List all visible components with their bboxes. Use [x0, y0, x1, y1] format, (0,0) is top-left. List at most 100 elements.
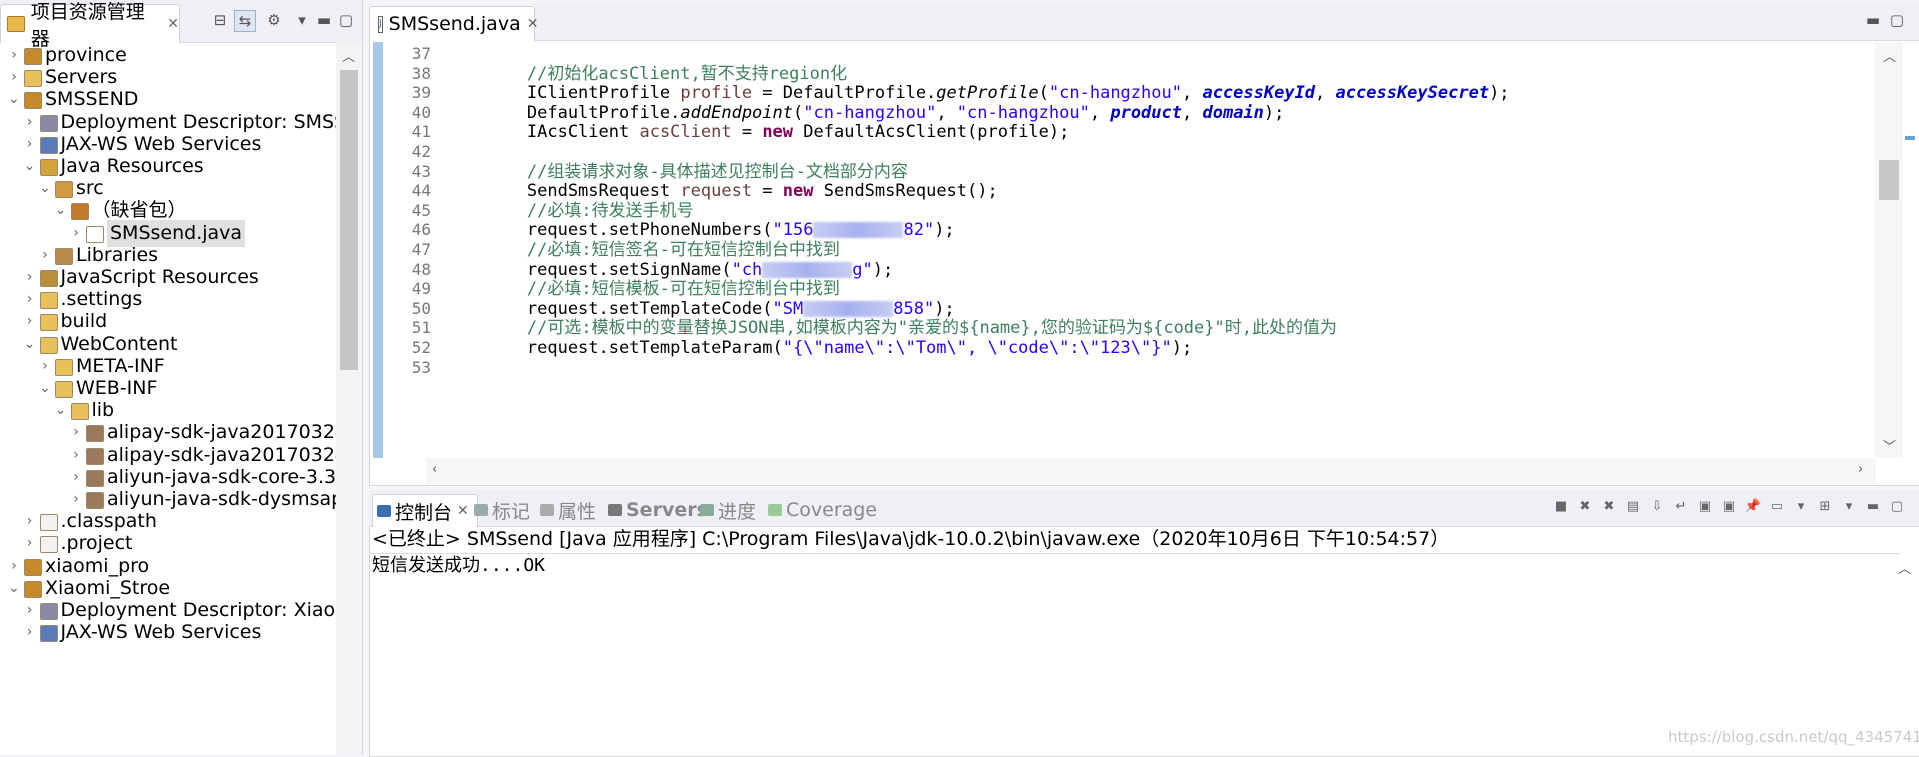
maximize-icon[interactable]: ▢: [1887, 10, 1907, 30]
dropdown-icon[interactable]: ▾: [1792, 498, 1810, 516]
editor-tab-smssend[interactable]: J SMSsend.java ✕: [369, 6, 538, 41]
folder-icon: [24, 70, 42, 88]
project-icon: [24, 48, 42, 65]
display-console-icon[interactable]: ▭: [1768, 498, 1786, 516]
code-token: DefaultAcsClient(profile);: [793, 122, 1070, 143]
maximize-icon[interactable]: ▢: [336, 10, 356, 30]
code-area[interactable]: //初始化acsClient,暂不支持region化 IClientProfil…: [445, 42, 1875, 458]
console-tab-properties[interactable]: 属性: [536, 494, 596, 526]
code-line[interactable]: IAcsClient acsClient = new DefaultAcsCli…: [445, 120, 1070, 144]
project-icon: [24, 558, 42, 576]
folder-icon: [55, 358, 73, 376]
terminate-icon[interactable]: ■: [1552, 498, 1570, 516]
code-token: accessKeySecret: [1335, 83, 1490, 104]
code-token: new: [782, 181, 814, 202]
code-token: =: [752, 181, 783, 202]
webservice-icon: [39, 136, 58, 154]
folder-icon: [70, 403, 89, 421]
console-tab-label: 控制台: [395, 501, 453, 524]
code-token: );: [1489, 83, 1510, 104]
filter-icon[interactable]: ⚙: [264, 10, 284, 30]
xml-file-icon: [39, 536, 58, 554]
scroll-up-icon[interactable]: ︿: [342, 46, 355, 65]
jar-icon: [86, 469, 104, 487]
console-tab-markers[interactable]: 标记: [470, 494, 530, 526]
new-console-icon[interactable]: ⊞: [1816, 498, 1834, 516]
pin-console-icon[interactable]: 📌: [1744, 498, 1762, 516]
code-token: IAcsClient: [445, 122, 640, 143]
progress-icon: [700, 504, 714, 516]
minimize-icon[interactable]: ▬: [1863, 10, 1883, 30]
console-tab-progress[interactable]: 进度: [696, 494, 756, 526]
editor-vertical-scrollbar[interactable]: ︿ ﹀: [1875, 42, 1903, 458]
console-tab-coverage[interactable]: Coverage: [764, 494, 877, 526]
collapse-all-icon[interactable]: ⊟: [210, 10, 230, 30]
editor-tabbar: ▬ ▢: [369, 4, 1919, 41]
code-token: ,: [1182, 102, 1203, 123]
scroll-down-icon[interactable]: ﹀: [1883, 436, 1896, 455]
tree-scrollbar-thumb[interactable]: [340, 70, 358, 370]
code-token: "{\"name\":\"Tom\", \"code\":\"123\"}": [782, 338, 1172, 358]
maximize-icon[interactable]: ▢: [1888, 498, 1906, 516]
console-output[interactable]: 短信发送成功....OK: [372, 553, 545, 579]
jar-icon: [86, 447, 104, 465]
jar-icon: [86, 492, 104, 509]
scroll-up-icon[interactable]: ︿: [1883, 46, 1896, 65]
folder-icon: [7, 16, 25, 32]
close-icon[interactable]: ✕: [167, 16, 179, 32]
console-toolbar: ■ ✖ ✖ ▤ ⇩ ↵ ▣ ▣ 📌 ▭ ▾ ⊞ ▾ ▬ ▢: [1552, 498, 1906, 516]
scroll-right-icon[interactable]: ›: [1858, 462, 1863, 477]
overview-ruler-marker[interactable]: [1905, 136, 1915, 140]
minimize-icon[interactable]: ▬: [1864, 498, 1882, 516]
redacted-text: [813, 222, 904, 239]
code-token: new: [762, 122, 794, 143]
editor-scrollbar-thumb[interactable]: [1879, 160, 1899, 200]
servers-icon: [608, 504, 622, 516]
project-explorer-tab[interactable]: 项目资源管理器 ✕: [0, 1, 180, 50]
console-icon: [377, 505, 391, 517]
close-icon[interactable]: ✕: [527, 16, 539, 32]
properties-icon: [540, 504, 554, 516]
watermark: https://blog.csdn.net/qq_43457411: [1668, 728, 1919, 746]
link-with-editor-icon[interactable]: ⇆: [234, 10, 256, 32]
deployment-icon: [39, 603, 58, 620]
code-token: ,: [1315, 83, 1336, 104]
scroll-left-icon[interactable]: ‹: [432, 462, 437, 477]
folder-icon: [55, 381, 73, 398]
console-header: <已终止> SMSsend [Java 应用程序] C:\Program Fil…: [372, 528, 1450, 550]
remove-launch-icon[interactable]: ✖: [1576, 498, 1594, 516]
close-icon[interactable]: ✕: [457, 503, 469, 519]
console-tab-console[interactable]: 控制台 ✕: [372, 494, 478, 527]
remove-all-icon[interactable]: ✖: [1600, 498, 1618, 516]
editor-tab-label: SMSsend.java: [388, 13, 521, 35]
minimize-icon[interactable]: ▬: [314, 10, 334, 30]
redacted-text: [762, 261, 853, 278]
folder-icon: [39, 336, 58, 354]
code-line[interactable]: request.setTemplateParam("{\"name\":\"To…: [445, 336, 1192, 360]
deployment-icon: [39, 114, 58, 132]
scroll-up-icon[interactable]: ︿: [1898, 558, 1911, 577]
code-token: g": [852, 259, 873, 280]
folder-icon: [39, 314, 58, 332]
editor-horizontal-scrollbar[interactable]: ‹ ›: [426, 458, 1876, 484]
java-file-icon: [86, 225, 104, 243]
scroll-lock-icon[interactable]: ⇩: [1648, 498, 1666, 516]
console-tab-label: 标记: [492, 500, 531, 523]
console-tab-servers[interactable]: Servers: [604, 494, 708, 526]
chevron-right-icon[interactable]: ›: [24, 619, 36, 646]
view-menu-icon[interactable]: ▾: [292, 10, 312, 30]
show-on-output-icon[interactable]: ▣: [1696, 498, 1714, 516]
console-tab-label: Coverage: [786, 499, 878, 521]
code-token: );: [1171, 338, 1193, 358]
show-on-error-icon[interactable]: ▣: [1720, 498, 1738, 516]
word-wrap-icon[interactable]: ↵: [1672, 498, 1690, 516]
package-icon: [70, 203, 89, 221]
code-token: acsClient: [639, 122, 732, 143]
redacted-text: [803, 300, 894, 317]
clear-console-icon[interactable]: ▤: [1624, 498, 1642, 516]
project-tree: › province › Servers ⌄ SMSSEND › Deployment Des…: [0, 42, 336, 755]
tree-item[interactable]: › JAX-WS Web Services: [0, 619, 336, 646]
folder-icon: [39, 292, 58, 310]
dropdown-icon[interactable]: ▾: [1840, 498, 1858, 516]
console-scrollbar[interactable]: ︿: [1890, 554, 1918, 754]
